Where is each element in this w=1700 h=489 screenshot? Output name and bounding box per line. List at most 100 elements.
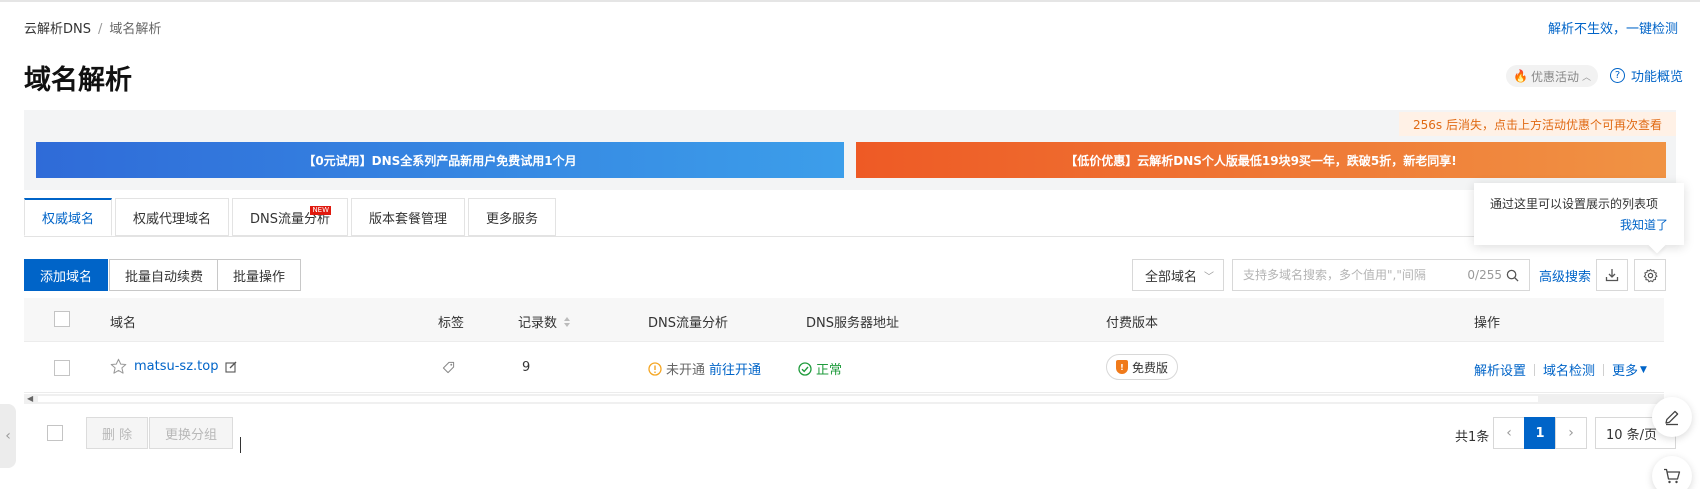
dns-settings-link[interactable]: 解析设置	[1474, 360, 1526, 379]
new-badge: NEW	[310, 206, 332, 215]
batch-operations-button[interactable]: 批量操作	[217, 259, 302, 291]
column-dns-traffic: DNS流量分析	[648, 316, 728, 331]
domain-check-link[interactable]: 域名检测	[1543, 360, 1595, 379]
table-row: matsu-sz.top 9 未开通 前往开通 正常 ! 免费版 解析设置 域名…	[24, 343, 1664, 393]
cart-button[interactable]	[1652, 456, 1692, 489]
tab-label: 版本套餐管理	[369, 211, 448, 227]
horizontal-scrollbar[interactable]: ◀	[24, 394, 1664, 404]
sort-icon	[564, 316, 571, 327]
checkbox-box	[54, 311, 70, 327]
domain-cell: matsu-sz.top	[110, 358, 237, 375]
batch-renew-button[interactable]: 批量自动续费	[109, 259, 220, 291]
question-icon: ?	[1610, 68, 1625, 83]
tab-more-services[interactable]: 更多服务	[468, 198, 557, 236]
top-divider	[0, 0, 1700, 2]
breadcrumb-root[interactable]: 云解析DNS	[24, 22, 91, 37]
total-count: 共1条	[1455, 430, 1490, 445]
caret-down-icon: ▼	[1640, 364, 1647, 375]
traffic-status: 未开通	[666, 363, 706, 378]
chevron-down-icon: ﹀	[1204, 271, 1214, 283]
dns-check-link[interactable]: 解析不生效，一键检测	[1548, 18, 1678, 37]
star-icon[interactable]	[110, 358, 127, 375]
shield-icon: !	[1116, 360, 1128, 374]
tab-label: 权威域名	[42, 212, 95, 227]
promo-toggle-button[interactable]: 🔥 优惠活动 ︿	[1506, 65, 1598, 87]
select-all-checkbox[interactable]	[54, 311, 70, 327]
discount-banner-text: 【低价优惠】云解析DNS个人版最低19块9买一年，跌破5折，新老同享!	[1065, 153, 1457, 168]
feedback-button[interactable]	[1652, 397, 1692, 437]
download-button[interactable]	[1596, 259, 1628, 291]
checkbox-box	[47, 425, 63, 441]
sidebar-expand-handle[interactable]: ‹	[0, 404, 16, 468]
warning-icon	[648, 361, 662, 376]
row-checkbox[interactable]	[54, 360, 70, 376]
text-cursor	[240, 437, 241, 453]
breadcrumb: 云解析DNS / 域名解析	[24, 18, 161, 37]
column-tag: 标签	[438, 316, 465, 331]
checkbox-box	[54, 360, 70, 376]
chevron-left-icon: ‹	[1506, 425, 1512, 441]
chevron-left-icon: ‹	[5, 428, 11, 444]
delete-button[interactable]: 删 除	[86, 417, 149, 449]
tab-proxy-domains[interactable]: 权威代理域名	[115, 198, 230, 236]
tab-authoritative-domains[interactable]: 权威域名	[24, 198, 113, 236]
table-header: 域名 标签 记录数 DNS流量分析 DNS服务器地址 付费版本 操作	[24, 298, 1664, 342]
promo-toggle-label: 优惠活动	[1530, 69, 1579, 84]
column-settings-button[interactable]	[1634, 259, 1666, 291]
column-dns-server: DNS服务器地址	[806, 316, 899, 331]
overview-label: 功能概览	[1631, 70, 1684, 85]
next-page-button[interactable]: ›	[1555, 417, 1587, 449]
column-edition: 付费版本	[1106, 316, 1159, 331]
edit-icon[interactable]	[225, 361, 237, 373]
discount-banner[interactable]: 【低价优惠】云解析DNS个人版最低19块9买一年，跌破5折，新老同享!	[856, 142, 1666, 178]
cart-icon	[1664, 468, 1681, 484]
advanced-search-link[interactable]: 高级搜索	[1539, 266, 1591, 285]
edition-badge[interactable]: ! 免费版	[1106, 354, 1179, 380]
fire-icon: 🔥	[1513, 69, 1528, 83]
tooltip-dismiss-link[interactable]: 我知道了	[1490, 216, 1668, 233]
tab-package-management[interactable]: 版本套餐管理	[351, 198, 466, 236]
free-trial-banner[interactable]: 【0元试用】DNS全系列产品新用户免费试用1个月	[36, 142, 844, 178]
column-records[interactable]: 记录数	[518, 312, 571, 331]
add-domain-button[interactable]: 添加域名	[24, 259, 109, 291]
page-1-button[interactable]: 1	[1524, 417, 1556, 449]
overview-link[interactable]: ? 功能概览	[1610, 66, 1683, 85]
column-domain: 域名	[110, 316, 137, 331]
domain-filter-value: 全部域名	[1145, 269, 1198, 285]
edition-label: 免费版	[1132, 360, 1169, 375]
check-circle-icon	[798, 361, 812, 376]
column-settings-tooltip: 通过这里可以设置展示的列表项 我知道了	[1474, 183, 1684, 254]
tab-label: 更多服务	[486, 211, 539, 227]
action-divider	[1534, 363, 1536, 376]
search-input[interactable]	[1243, 268, 1468, 282]
chevron-up-icon: ︿	[1581, 72, 1591, 83]
tab-bar: 权威域名 权威代理域名 DNS流量分析 NEW 版本套餐管理 更多服务	[24, 198, 557, 236]
footer-select-all-checkbox[interactable]	[47, 425, 63, 441]
actions-cell: 解析设置 域名检测 更多 ▼	[1474, 360, 1647, 379]
tag-cell[interactable]	[442, 361, 455, 374]
prev-page-button[interactable]: ‹	[1493, 417, 1525, 449]
edition-cell: ! 免费版	[1106, 354, 1179, 380]
countdown-notice[interactable]: 256s 后消失，点击上方活动优惠个可再次查看	[1399, 112, 1676, 136]
download-icon	[1605, 269, 1619, 282]
scrollbar-thumb[interactable]	[38, 396, 1538, 402]
domain-filter-select[interactable]: 全部域名 ﹀	[1132, 259, 1224, 291]
column-records-label: 记录数	[518, 316, 558, 331]
records-count: 9	[522, 360, 531, 375]
change-group-button[interactable]: 更换分组	[149, 417, 234, 449]
tag-icon	[442, 361, 455, 374]
scroll-left-icon[interactable]: ◀	[27, 394, 33, 404]
search-icon[interactable]	[1506, 269, 1519, 282]
pencil-icon	[1665, 410, 1679, 426]
dns-status: 正常	[816, 363, 843, 378]
column-actions: 操作	[1474, 316, 1501, 331]
domain-link[interactable]: matsu-sz.top	[134, 359, 218, 374]
breadcrumb-separator: /	[98, 22, 103, 37]
tooltip-text: 通过这里可以设置展示的列表项	[1490, 197, 1659, 211]
free-trial-banner-text: 【0元试用】DNS全系列产品新用户免费试用1个月	[303, 153, 577, 168]
enable-traffic-link[interactable]: 前往开通	[709, 359, 761, 378]
action-divider	[1603, 363, 1605, 376]
more-actions-link[interactable]: 更多	[1612, 360, 1638, 379]
tab-dns-traffic[interactable]: DNS流量分析 NEW	[232, 198, 349, 236]
tab-label: 权威代理域名	[133, 211, 212, 227]
